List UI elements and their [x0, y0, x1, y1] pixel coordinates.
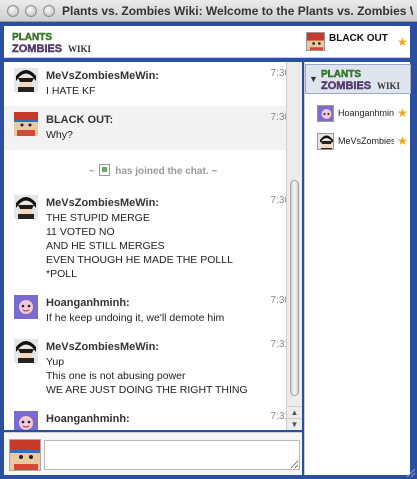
message-username[interactable]: MeVsZombiesMeWin: — [46, 195, 294, 211]
message-input[interactable] — [44, 440, 300, 470]
message-avatar[interactable] — [14, 195, 38, 219]
message-avatar[interactable] — [14, 112, 38, 136]
join-alert: ~ has joined the chat. ~ — [4, 150, 302, 189]
current-user-name: BLACK OUT — [329, 33, 388, 44]
user-name: MeVsZombies… — [338, 136, 394, 146]
message-text: This one is not abusing power — [46, 370, 186, 382]
message-text: THE STUPID MERGE — [46, 212, 150, 224]
message-username[interactable]: BLACK OUT: — [46, 112, 294, 128]
svg-text:ZOMBIES: ZOMBIES — [321, 80, 371, 92]
svg-text:WIKI: WIKI — [68, 44, 92, 54]
message-username[interactable]: Hoanganhminh: — [46, 295, 294, 311]
message-text: 11 VOTED NO — [46, 226, 115, 238]
svg-text:ZOMBIES: ZOMBIES — [12, 43, 62, 55]
message-input-bar — [4, 432, 302, 475]
minimize-window-button[interactable] — [25, 5, 37, 17]
message-text: Why? — [46, 129, 73, 141]
message-avatar[interactable] — [14, 339, 38, 363]
message-text: AND HE STILL MERGES — [46, 240, 165, 252]
message-text: EVEN THOUGH HE MADE THE POLLL — [46, 254, 233, 266]
arrow-up-icon[interactable]: ▲ — [287, 406, 302, 418]
chat-message-log[interactable]: MeVsZombiesMeWin: 7:30 I HATE KF BLACK OUT:… — [4, 62, 302, 430]
resize-handle-icon[interactable] — [405, 467, 415, 477]
alert-prefix: ~ — [88, 166, 95, 177]
chat-window-frame: PLANTS ZOMBIES WIKI BLACK OUT ★ MeVsZomb… — [0, 22, 417, 479]
user-list-item[interactable]: MeVsZombies… ★ — [317, 132, 409, 152]
alert-text: has joined the chat. ~ — [115, 166, 218, 177]
svg-text:PLANTS: PLANTS — [12, 32, 52, 43]
message-username[interactable]: MeVsZombiesMeWin: — [46, 339, 294, 355]
user-name: Hoanganhminh — [338, 108, 394, 118]
current-user-avatar — [306, 32, 325, 51]
user-avatar — [317, 105, 334, 122]
star-icon: ★ — [397, 134, 408, 148]
wiki-logo[interactable]: PLANTS ZOMBIES WIKI — [10, 29, 92, 55]
window-controls — [7, 5, 55, 17]
chat-message: MeVsZombiesMeWin: 7:30 I HATE KF — [4, 62, 302, 106]
arrow-down-icon[interactable]: ▼ — [287, 418, 302, 430]
room-header[interactable]: ▼ PLANTS ZOMBIES WIKI — [305, 64, 411, 94]
message-text: *POLL — [46, 268, 77, 280]
current-user[interactable]: BLACK OUT ★ — [306, 30, 410, 54]
scrollbar-thumb[interactable] — [290, 180, 299, 396]
chat-message: MeVsZombiesMeWin: 7:30 THE STUPID MERGE 11 … — [4, 189, 302, 289]
message-username[interactable]: Hoanganhminh: — [46, 411, 294, 427]
zoom-window-button[interactable] — [43, 5, 55, 17]
close-window-button[interactable] — [7, 5, 19, 17]
message-text: Yup — [46, 356, 65, 368]
broken-image-icon — [99, 164, 111, 176]
chat-message: BLACK OUT: 7:30 Why? — [4, 106, 302, 150]
input-user-avatar — [9, 439, 41, 471]
svg-text:WIKI: WIKI — [377, 81, 401, 91]
chat-message: Hoanganhminh:7:31.... — [4, 405, 302, 430]
chat-header: PLANTS ZOMBIES WIKI BLACK OUT ★ — [4, 26, 410, 58]
message-text: I HATE KF — [46, 85, 96, 97]
window-title: Plants vs. Zombies Wiki: Welcome to the … — [62, 4, 413, 18]
user-list-item[interactable]: Hoanganhminh ★ — [317, 104, 409, 124]
room-logo: PLANTS ZOMBIES WIKI — [321, 69, 401, 92]
message-text: If he keep undoing it, we'll demote him — [46, 312, 225, 324]
chat-message: Hoanganhminh: 7:30 If he keep undoing it, … — [4, 289, 302, 333]
svg-text:PLANTS: PLANTS — [321, 69, 361, 80]
user-list: ▼ PLANTS ZOMBIES WIKI Hoanganhminh ★ MeV… — [304, 62, 411, 475]
message-text: .... — [46, 427, 294, 430]
message-avatar[interactable] — [14, 295, 38, 319]
message-avatar[interactable] — [14, 68, 38, 92]
message-text: WE ARE JUST DOING THE RIGHT THING — [46, 384, 248, 396]
user-avatar — [317, 133, 334, 150]
window-titlebar: Plants vs. Zombies Wiki: Welcome to the … — [0, 0, 417, 22]
chat-message: MeVsZombiesMeWin: 7:31 Yup This one is not … — [4, 333, 302, 405]
star-icon: ★ — [397, 35, 408, 49]
message-avatar[interactable] — [14, 411, 38, 430]
star-icon: ★ — [397, 106, 408, 120]
chat-scrollbar[interactable]: ▲ ▼ — [286, 62, 302, 430]
message-username[interactable]: MeVsZombiesMeWin: — [46, 68, 294, 84]
